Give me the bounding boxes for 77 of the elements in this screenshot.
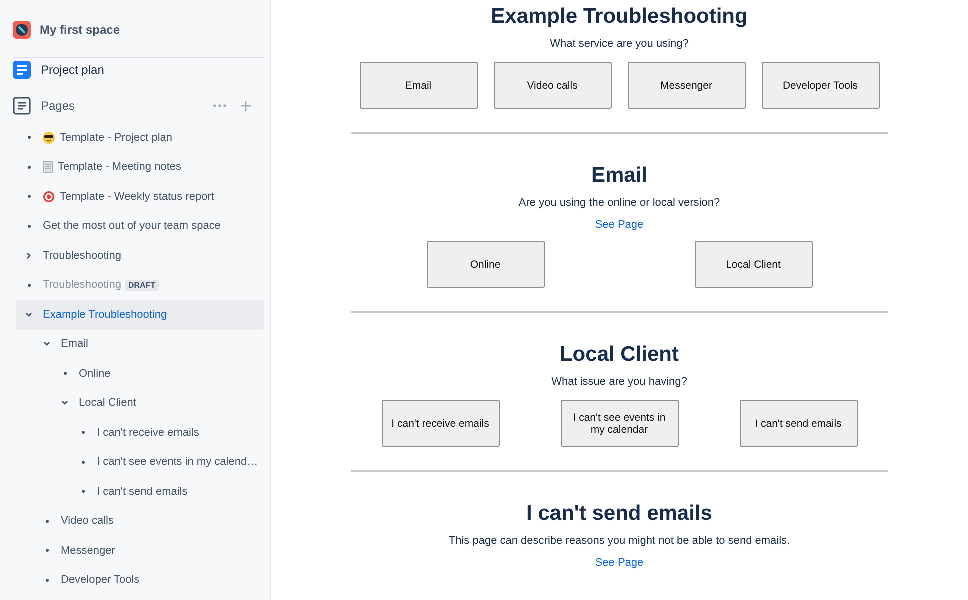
page-title: Get the most out of your team space — [43, 220, 221, 232]
page-title: Troubleshooting — [43, 279, 122, 292]
page-tree-item[interactable]: Messenger — [16, 536, 264, 566]
page-tree-item[interactable]: I can't see events in my calend… — [16, 448, 264, 477]
target-icon — [43, 190, 55, 203]
bullet-icon — [64, 372, 66, 376]
option-button[interactable]: I can't receive emails — [382, 400, 500, 447]
page-tree-item[interactable]: Template - Meeting notes — [16, 152, 264, 182]
shortcut-link[interactable]: Project plan — [0, 58, 270, 82]
bullet-icon — [82, 431, 84, 434]
page-title: I can't send emails — [97, 486, 188, 498]
option-button[interactable]: Developer Tools — [762, 62, 880, 109]
page-title: Messenger — [61, 544, 116, 557]
page-tree-item[interactable]: Online — [16, 359, 264, 388]
bullet-icon — [82, 460, 84, 464]
page-tree-item[interactable]: Template - Weekly status report — [16, 182, 264, 212]
bullet-icon — [28, 136, 30, 140]
section-heading: Local Client — [560, 343, 680, 367]
draft-lozenge: DRAFT — [125, 280, 159, 291]
section-question: Are you using the online or local version? — [518, 197, 720, 209]
see-page-link[interactable]: See Page — [595, 219, 644, 231]
page-tree-item[interactable]: Troubleshooting — [16, 241, 264, 270]
chevron-icon[interactable] — [61, 399, 69, 408]
section-label: Pages — [41, 99, 76, 113]
page-tree-item[interactable]: Developer Tools — [16, 566, 264, 595]
page-tree-item[interactable]: Get the most out of your team space — [16, 212, 264, 241]
notepad-icon — [43, 161, 53, 174]
page-title: I can't receive emails — [97, 426, 200, 439]
page-title: I can't see events in my calend… — [97, 456, 258, 468]
page-tree-item[interactable]: I can't send emails — [16, 477, 264, 506]
space-logo-icon — [13, 21, 31, 39]
page-tree-item[interactable]: Email — [16, 330, 264, 359]
page-title: Template - Project plan — [60, 132, 172, 144]
page-title: Example Troubleshooting — [43, 308, 168, 321]
page-title: Local Client — [79, 397, 136, 410]
bullet-icon — [28, 284, 30, 287]
chevron-icon[interactable] — [43, 340, 51, 348]
option-button[interactable]: Online — [426, 241, 544, 288]
page-title: Video calls — [61, 515, 114, 528]
section-question: What issue are you having? — [552, 376, 688, 388]
option-button[interactable]: Video calls — [494, 62, 612, 109]
page-tree-item[interactable]: I can't receive emails — [16, 418, 264, 448]
page-title: Developer Tools — [61, 574, 140, 586]
document-icon — [13, 61, 31, 79]
bullet-icon — [28, 166, 30, 169]
page-tree-item[interactable]: Troubleshooting DRAFT — [16, 270, 264, 300]
page-tree-item[interactable]: Template - Project plan — [16, 123, 264, 152]
bullet-icon — [28, 195, 30, 198]
page-tree-item[interactable]: Video calls — [16, 506, 264, 536]
option-button[interactable]: I can't send emails — [740, 400, 858, 447]
option-button[interactable]: I can't see events in my calendar — [560, 400, 678, 447]
sunglasses-face-icon — [43, 132, 55, 144]
bullet-icon — [82, 490, 84, 494]
see-page-link[interactable]: See Page — [595, 557, 644, 569]
page-title: Template - Weekly status report — [60, 190, 214, 203]
section-heading: I can't send emails — [526, 502, 712, 526]
bullet-icon — [46, 549, 48, 552]
space-name: My first space — [40, 23, 120, 37]
chevron-icon[interactable] — [25, 310, 33, 319]
page-tree-item[interactable]: Example Troubleshooting — [16, 300, 264, 330]
pages-icon — [13, 97, 31, 115]
chevron-icon[interactable] — [25, 252, 33, 260]
section-heading: Email — [591, 164, 648, 188]
section-question: What service are you using? — [550, 38, 689, 50]
bullet-icon — [46, 578, 48, 582]
option-button[interactable]: Messenger — [628, 62, 746, 109]
option-button[interactable]: Email — [360, 62, 478, 109]
page-title: Online — [79, 368, 111, 380]
option-button[interactable]: Local Client — [694, 241, 812, 288]
bullet-icon — [46, 520, 48, 523]
bullet-icon — [28, 224, 30, 228]
page-title: Troubleshooting — [43, 250, 122, 262]
section-question: This page can describe reasons you might not be able to send emails. — [448, 535, 790, 547]
page-title: Template - Meeting notes — [58, 161, 182, 174]
page-title: Email — [61, 338, 89, 350]
page-tree-item[interactable]: Local Client — [16, 388, 264, 418]
section-heading: Example Troubleshooting — [491, 5, 748, 29]
